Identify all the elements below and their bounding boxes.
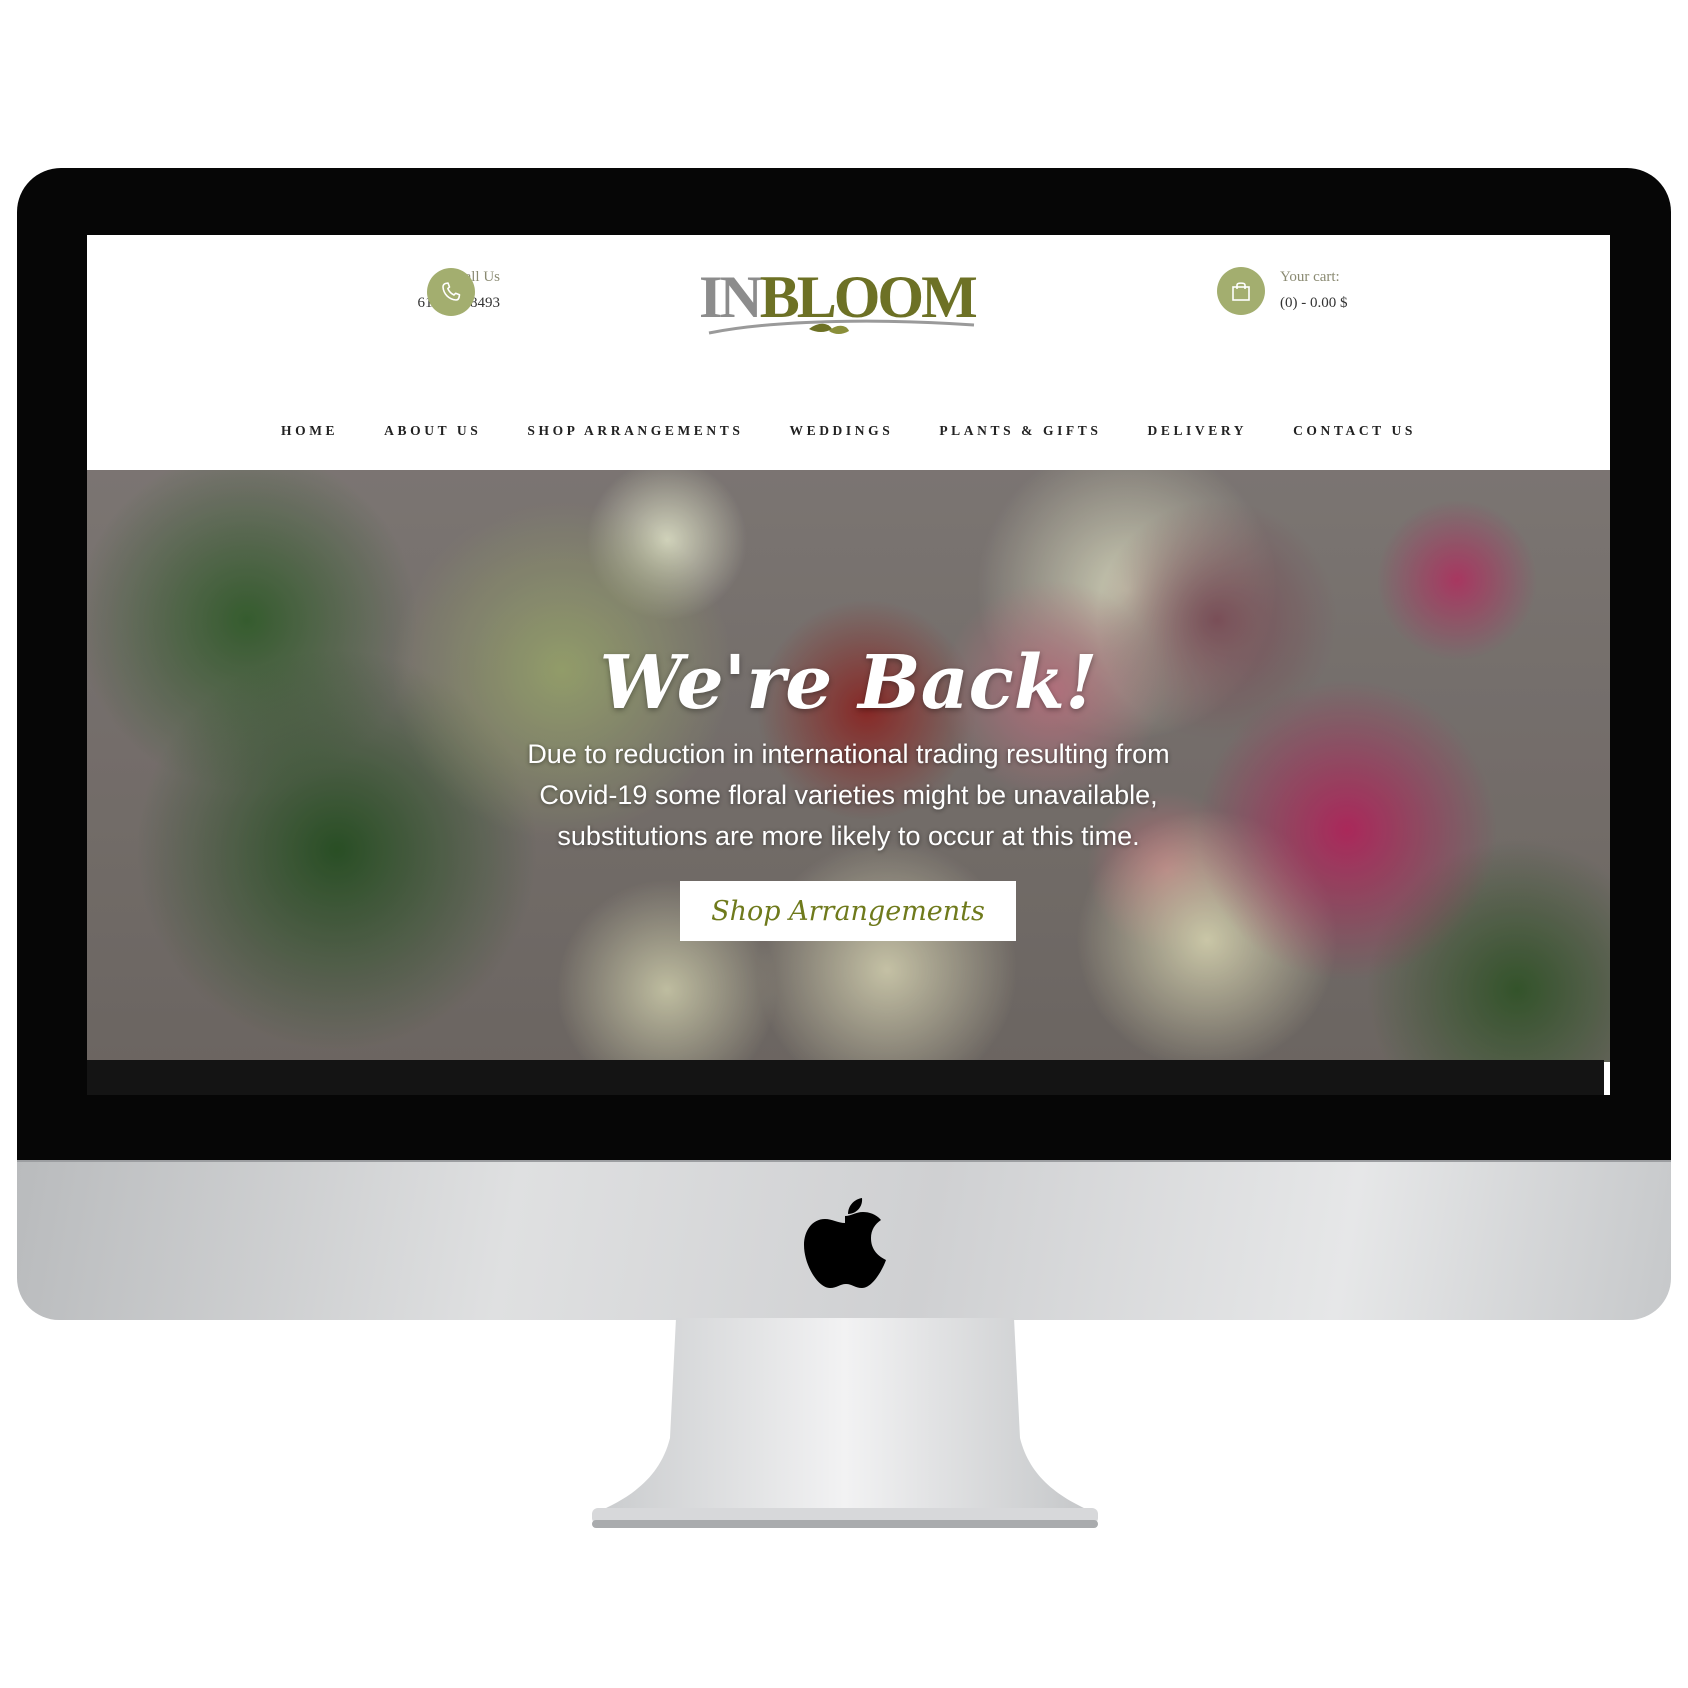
nav-item-contact-us[interactable]: CONTACT US [1293,423,1416,439]
monitor-foot [592,1508,1098,1528]
shop-arrangements-button[interactable]: Shop Arrangements [680,881,1016,941]
browser-screen: Call Us 613 831 8493 INBLOOM [87,235,1610,1095]
nav-item-home[interactable]: HOME [281,423,338,439]
cart-summary: (0) - 0.00 $ [1280,295,1348,311]
hero-title: We're Back! [599,640,1098,726]
apple-logo-icon [804,1198,886,1288]
site-logo[interactable]: INBLOOM [699,259,984,349]
site-header: Call Us 613 831 8493 INBLOOM [87,235,1610,470]
cart-label: Your cart: [1280,269,1340,285]
logo-swoosh [708,319,975,335]
main-nav: HOME ABOUT US SHOP ARRANGEMENTS WEDDINGS… [87,423,1610,439]
cart-block[interactable]: Your cart: (0) - 0.00 $ [1280,269,1348,312]
shopping-bag-icon [1232,282,1250,301]
hero-message: Due to reduction in international tradin… [527,739,1170,851]
nav-item-delivery[interactable]: DELIVERY [1147,423,1247,439]
phone-icon [442,282,461,301]
cart-button[interactable] [1217,267,1265,315]
nav-item-about-us[interactable]: ABOUT US [384,423,481,439]
hero-banner: We're Back! Due to reduction in internat… [87,470,1610,1062]
nav-item-weddings[interactable]: WEDDINGS [789,423,893,439]
phone-button[interactable] [427,268,475,316]
nav-item-shop-arrangements[interactable]: SHOP ARRANGEMENTS [527,423,743,439]
nav-item-plants-gifts[interactable]: PLANTS & GIFTS [939,423,1101,439]
screen-bottom-strip [87,1060,1604,1095]
